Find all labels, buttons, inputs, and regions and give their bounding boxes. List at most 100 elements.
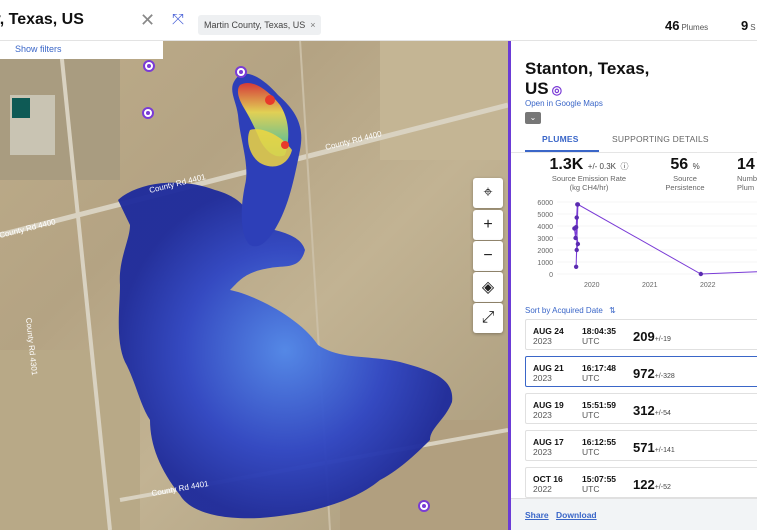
plume-year: 2022 [533,484,552,494]
data-point[interactable] [575,241,581,247]
data-point[interactable] [574,215,579,220]
plume-year: 2023 [533,336,552,346]
zoom-out-icon: − [483,247,493,264]
x-tick-label: 2022 [700,282,716,289]
info-icon[interactable]: ⓘ [620,162,628,171]
sources-count-label: S [750,23,756,32]
series-line [573,203,757,275]
plume-time: 15:51:59 [582,400,617,410]
sort-direction-icon[interactable]: ⇅ [609,306,616,315]
chip-close-icon[interactable]: × [310,20,315,30]
collapse-chevron-icon[interactable]: ⌄ [525,112,541,124]
top-bar: y, Texas, US ✕ ⤧ Martin County, Texas, U… [0,0,757,41]
sources-count-value: 9 [741,18,749,33]
plume-year: 2023 [533,373,552,383]
plume-date: AUG 24 [533,326,564,336]
source-title-text: Stanton, Texas, US [525,59,650,98]
road-label: County Rd 4400 [0,217,57,240]
filter-chip[interactable]: Martin County, Texas, US × [198,15,322,35]
plume-timezone: UTC [582,373,600,383]
open-google-maps-link[interactable]: Open in Google Maps [525,99,603,108]
zoom-in-button[interactable]: + [473,210,503,240]
plume-row[interactable]: AUG 19 2023 15:51:59 UTC 312+/-54 [525,393,757,424]
plume-emission-uncertainty: +/-52 [654,484,671,491]
y-tick-label: 1000 [537,260,553,267]
persistence-label: Source [673,174,697,183]
layers-button[interactable]: ◈ [473,272,503,302]
panel-tabs: PLUMES SUPPORTING DETAILS [511,131,757,153]
plume-row[interactable]: AUG 24 2023 18:04:35 UTC 209+/-19 [525,319,757,350]
layers-icon: ◈ [481,279,495,296]
plume-row[interactable]: OCT 16 2022 15:07:55 UTC 122+/-52 [525,467,757,498]
y-tick-label: 6000 [537,200,553,207]
show-filters-link[interactable]: Show filters [15,44,62,54]
plume-time: 16:12:55 [582,437,617,447]
zoom-out-button[interactable]: − [473,241,503,271]
persistence-stat: 56 % Source Persistence [659,156,711,192]
emission-chart: 6000 5000 4000 3000 2000 1000 0 2020 2021 2022 [537,200,757,289]
persistence-unit: % [692,162,700,171]
zoom-in-icon: + [483,216,493,233]
y-tick-label: 4000 [537,224,553,231]
plume-emission-uncertainty: +/-19 [654,336,671,343]
plume-tool-icon[interactable]: ⤧ [172,11,184,28]
plumes-count: 46 Plumes [665,18,708,33]
search-box[interactable]: y, Texas, US ✕ [0,0,163,41]
plume-year: 2023 [533,447,552,457]
source-title: Stanton, Texas, US ◎ [525,59,675,100]
plume-time: 16:17:48 [582,363,617,373]
search-input[interactable]: y, Texas, US [0,11,84,29]
measure-button[interactable]: ⤢ [473,303,503,333]
x-tick-label: 2021 [642,282,658,289]
share-link[interactable]: Share [525,510,549,520]
plume-emission-uncertainty: +/-141 [654,447,675,454]
data-point[interactable] [573,235,578,241]
plume-emission-value: 571+/-141 [633,440,675,455]
tab-plumes[interactable]: PLUMES [542,134,579,144]
plume-emission-number: 571 [633,440,655,455]
plume-emission-number: 209 [633,329,655,344]
persistence-value: 56 [670,156,689,173]
active-tab-indicator [525,150,599,152]
plume-emission-uncertainty: +/-328 [654,373,675,380]
plume-emission-value: 312+/-54 [633,403,671,418]
plume-emission-number: 122 [633,477,655,492]
data-point[interactable] [575,202,581,207]
plume-count-label-2: Plum [737,183,755,192]
source-ring-icon: ◎ [551,83,563,97]
data-point[interactable] [574,247,579,253]
plume-timezone: UTC [582,410,600,420]
data-point[interactable] [698,271,704,277]
y-tick-label: 0 [549,272,553,279]
plume-row[interactable]: AUG 21 2023 16:17:48 UTC 972+/-328 [525,356,757,387]
emission-rate-value: 1.3K [549,156,584,173]
clear-search-icon[interactable]: ✕ [140,10,155,31]
map-imagery: County Rd 4400 County Rd 4401 County Rd … [0,2,508,530]
plume-date: AUG 21 [533,363,564,373]
persistence-label-2: Persistence [665,183,705,192]
satellite-map[interactable]: County Rd 4400 County Rd 4401 County Rd … [0,0,508,530]
locate-button[interactable]: ⌖ [473,178,503,208]
plumes-count-value: 46 [665,18,680,33]
plume-date: AUG 19 [533,400,564,410]
emission-rate-label: Source Emission Rate [551,174,627,183]
plume-emission-value: 972+/-328 [633,366,675,381]
plume-count-value: 14 [737,156,755,173]
plume-emission-number: 312 [633,403,655,418]
data-point[interactable] [573,225,579,230]
tab-supporting-details[interactable]: SUPPORTING DETAILS [612,134,709,144]
sort-control[interactable]: Sort by Acquired Date ⇅ [525,306,616,315]
download-link[interactable]: Download [556,510,597,520]
plume-row[interactable]: AUG 17 2023 16:12:55 UTC 571+/-141 [525,430,757,461]
measure-icon: ⤢ [481,309,495,326]
plume-year: 2023 [533,410,552,420]
sort-field: Acquired Date [552,306,603,315]
plume-time: 15:07:55 [582,474,617,484]
data-point[interactable] [573,264,579,269]
plume-date: OCT 16 [533,474,563,484]
plume-timezone: UTC [582,447,600,457]
panel-footer: Share Download [511,498,757,530]
plume-timezone: UTC [582,336,600,346]
y-tick-label: 3000 [537,236,553,243]
plume-date: AUG 17 [533,437,564,447]
